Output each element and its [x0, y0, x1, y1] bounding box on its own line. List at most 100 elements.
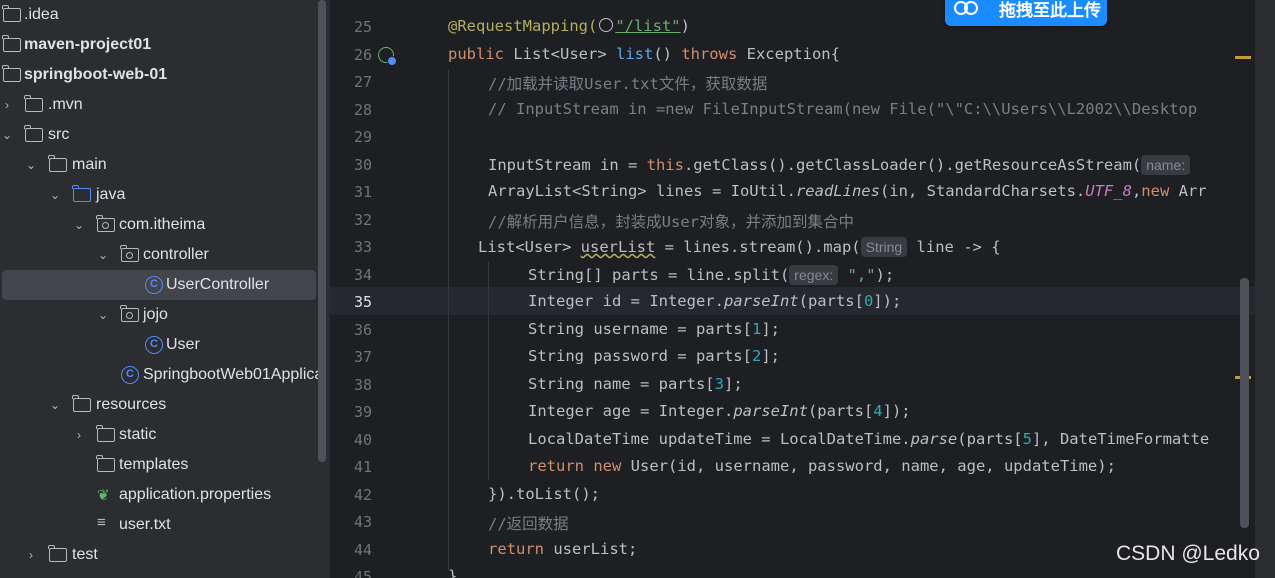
tree-item-maven-project01[interactable]: maven-project01	[0, 30, 330, 60]
tree-item-jojo[interactable]: ⌄ jojo	[0, 300, 330, 330]
line-number: 37	[353, 348, 372, 366]
code-line-35: Integer id = Integer.parseInt(parts[0]);	[528, 292, 901, 310]
string-literal[interactable]: "/list"	[615, 17, 680, 35]
tree-item-test[interactable]: › test	[0, 540, 330, 570]
tree-item-main[interactable]: ⌄ main	[0, 150, 330, 180]
chevron-down-icon[interactable]: ⌄	[25, 158, 37, 172]
code-text: LocalDateTime updateTime = LocalDateTime…	[528, 430, 911, 448]
folder-icon	[96, 455, 115, 472]
code-text: .getClass().getClassLoader().getResource…	[683, 156, 1142, 174]
tree-item-src[interactable]: ⌄ src	[0, 120, 330, 150]
code-text: ]);	[882, 402, 911, 420]
annotation: @RequestMapping(	[448, 17, 598, 35]
tree-item-templates[interactable]: templates	[0, 450, 330, 480]
run-gutter-icon[interactable]	[378, 47, 397, 66]
static-method: parseInt	[723, 292, 799, 310]
code-text: (parts[	[807, 402, 874, 420]
chevron-down-icon[interactable]: ⌄	[73, 218, 85, 232]
chevron-down-icon[interactable]: ⌄	[97, 308, 109, 322]
tree-item-java[interactable]: ⌄ java	[0, 180, 330, 210]
keyword: public	[448, 45, 504, 63]
line-number-current: 35	[353, 293, 372, 311]
code-text: ]);	[873, 292, 902, 310]
code-line-34: String[] parts = line.split(regex: ",");	[528, 265, 894, 285]
folder-icon	[2, 5, 21, 22]
tree-item-springbootweb01application[interactable]: C SpringbootWeb01Applica	[0, 360, 330, 390]
code-line-44: return userList;	[488, 540, 637, 558]
watermark: CSDN @Ledko	[1116, 542, 1260, 565]
code-text: Integer id = Integer.	[528, 292, 724, 310]
code-text: String name = parts[	[528, 375, 715, 393]
resources-folder-icon	[72, 395, 91, 412]
tree-item-usercontroller[interactable]: C UserController	[0, 270, 330, 300]
string-literal: ","	[838, 266, 876, 284]
tree-item-application-properties[interactable]: ❦ application.properties	[0, 480, 330, 510]
tree-item-com-itheima[interactable]: ⌄ com.itheima	[0, 210, 330, 240]
code-editor[interactable]: 25 26 27 28 29 30 31 32 33 34 35 36 37 3…	[330, 0, 1275, 578]
folder-icon	[48, 155, 67, 172]
line-number: 34	[353, 266, 372, 284]
project-tree-panel: .idea maven-project01 springboot-web-01 …	[0, 0, 330, 578]
comment: //加载并读取User.txt文件，获取数据	[488, 75, 768, 93]
keyword: this	[646, 156, 684, 174]
code-text: String[] parts = line.split(	[528, 266, 790, 284]
tree-item-mvn[interactable]: › .mvn	[0, 90, 330, 120]
code-text: Arr	[1169, 182, 1207, 200]
folder-icon	[24, 95, 43, 112]
globe-icon[interactable]	[599, 18, 614, 32]
line-number: 45	[353, 568, 372, 578]
keyword: throws	[681, 45, 738, 63]
code-text: String username = parts[	[528, 320, 752, 338]
chevron-right-icon[interactable]: ›	[73, 428, 85, 442]
line-number: 30	[353, 156, 372, 174]
chevron-right-icon[interactable]: ›	[25, 548, 37, 562]
code-text: ];	[723, 375, 743, 393]
line-number: 33	[353, 238, 372, 256]
code-line-38: String name = parts[3];	[528, 375, 743, 393]
spring-leaf-icon: ❦	[97, 487, 110, 504]
editor-scrollbar[interactable]	[1240, 278, 1249, 528]
tree-item-static[interactable]: › static	[0, 420, 330, 450]
line-number: 32	[353, 211, 372, 229]
parameter-hint: regex:	[789, 265, 839, 285]
code-line-40: LocalDateTime updateTime = LocalDateTime…	[528, 430, 1209, 448]
code-line-31: ArrayList<String> lines = IoUtil.readLin…	[488, 182, 1207, 200]
package-icon	[96, 215, 115, 232]
infinity-logo-icon	[954, 0, 978, 15]
source-folder-icon	[72, 185, 91, 202]
keyword: new	[593, 457, 622, 475]
chevron-right-icon[interactable]: ›	[1, 98, 13, 112]
package-icon	[120, 305, 139, 322]
indent-guide	[448, 70, 449, 570]
line-number: 41	[353, 458, 372, 476]
code-text: ], DateTimeFormatte	[1031, 430, 1210, 448]
folder-icon	[96, 425, 115, 442]
tree-item-user[interactable]: C User	[0, 330, 330, 360]
chevron-down-icon[interactable]: ⌄	[97, 248, 109, 262]
upload-drop-button[interactable]: 拖拽至此上传	[945, 0, 1107, 26]
variable-warning[interactable]: userList	[581, 238, 656, 256]
comment: //解析用户信息，封装成User对象，并添加到集合中	[488, 213, 854, 231]
code-line-36: String username = parts[1];	[528, 320, 780, 338]
code-text: userList;	[544, 540, 638, 558]
code-line-37: String password = parts[2];	[528, 347, 780, 365]
tree-item-controller[interactable]: ⌄ controller	[0, 240, 330, 270]
tree-item-user-txt[interactable]: ≡ user.txt	[0, 510, 330, 540]
line-number: 29	[353, 128, 372, 146]
chevron-down-icon[interactable]: ⌄	[1, 128, 13, 142]
chevron-down-icon[interactable]: ⌄	[49, 398, 61, 412]
sidebar-scrollbar[interactable]	[318, 0, 326, 462]
comment: // InputStream in =new FileInputStream(n…	[488, 100, 1198, 118]
tree-item-idea[interactable]: .idea	[0, 0, 330, 30]
code-text: (in, StandardCharsets.	[879, 182, 1086, 200]
code-text: ()	[653, 45, 682, 63]
warning-marker[interactable]	[1235, 56, 1251, 59]
chevron-down-icon[interactable]: ⌄	[49, 188, 61, 202]
line-number: 27	[353, 73, 372, 91]
tree-item-resources[interactable]: ⌄ resources	[0, 390, 330, 420]
text-file-icon: ≡	[97, 514, 106, 531]
code-line-45: }	[448, 567, 457, 578]
type-hint: String	[860, 237, 908, 257]
tree-item-springboot-web-01[interactable]: springboot-web-01	[0, 60, 330, 90]
indent-guide	[488, 262, 489, 480]
